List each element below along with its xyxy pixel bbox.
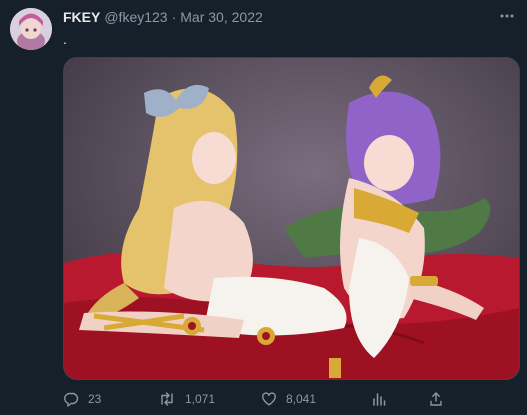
share-button[interactable] [428,391,453,407]
stats-button[interactable] [371,391,396,407]
like-count: 8,041 [286,392,317,406]
share-icon [430,392,442,406]
heart-icon [262,392,276,406]
action-bar: 23 1,071 8,041 [63,388,518,410]
avatar[interactable] [10,8,52,50]
user-handle[interactable]: @fkey123 [104,9,167,25]
tweet-text: . [63,31,67,47]
retweet-count: 1,071 [185,392,216,406]
tweet-image[interactable] [63,57,520,380]
tweet[interactable]: FKEY @fkey123 · Mar 30, 2022 . 23 1,071 … [0,0,527,415]
retweet-button[interactable]: 1,071 [158,391,215,407]
reply-button[interactable]: 23 [63,391,101,407]
tweet-header: FKEY @fkey123 · Mar 30, 2022 [63,9,263,27]
display-name[interactable]: FKEY [63,9,100,25]
separator: · [171,9,177,25]
reply-count: 23 [88,392,102,406]
bar-chart-icon [373,393,386,406]
tweet-date[interactable]: Mar 30, 2022 [180,9,263,25]
more-horizontal-icon[interactable] [497,6,517,26]
like-button[interactable]: 8,041 [261,391,316,407]
reply-icon [64,392,79,407]
retweet-icon [161,392,173,406]
